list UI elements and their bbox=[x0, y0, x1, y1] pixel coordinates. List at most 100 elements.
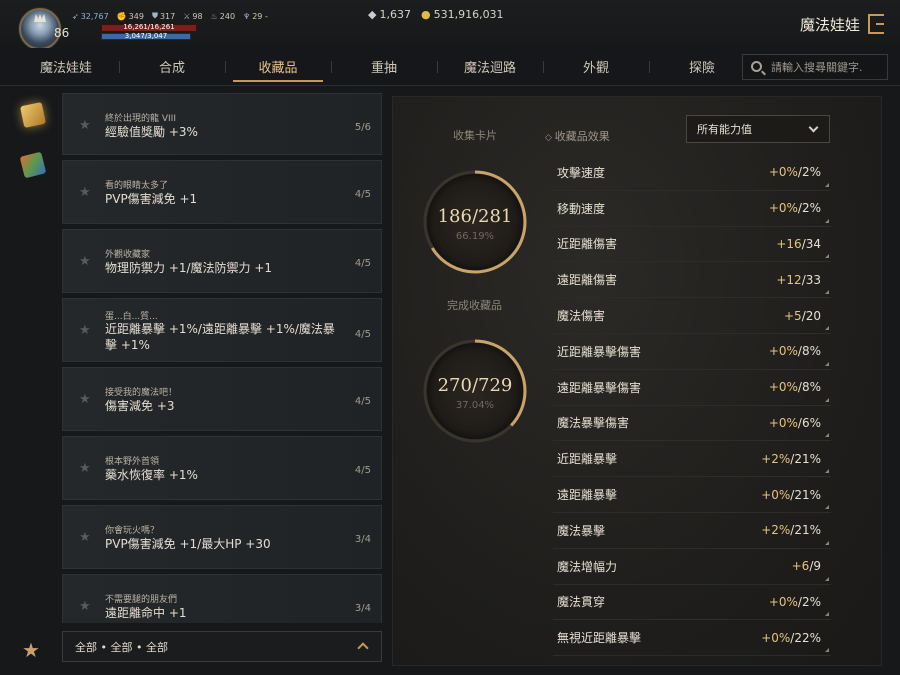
effect-row: 無視近距離暴擊 +0%/22% bbox=[553, 620, 831, 657]
effect-row: 魔法暴擊傷害 +0%/6% bbox=[553, 406, 831, 442]
effect-value: +0%/2% bbox=[768, 201, 821, 216]
search-icon bbox=[751, 61, 762, 72]
stat-attack: ✊ 349 bbox=[116, 11, 144, 21]
cards-icon[interactable] bbox=[19, 151, 47, 179]
effect-value: +0%/2% bbox=[768, 165, 821, 180]
effect-row: 近距離傷害 +16/34 bbox=[553, 227, 831, 263]
chevron-up-icon bbox=[357, 642, 369, 654]
list-item[interactable]: ★ 根本野外首領 藥水恢復率 +1% 4/5 bbox=[62, 436, 382, 500]
search-input[interactable]: 請輸入搜尋關鍵字. bbox=[742, 54, 888, 80]
star-icon: ★ bbox=[79, 254, 91, 269]
filter-dropdown[interactable]: 全部 • 全部 • 全部 bbox=[62, 631, 382, 662]
tab-appearance[interactable]: 外觀 bbox=[543, 48, 649, 86]
cup-icon: ♆ bbox=[243, 11, 251, 21]
list-item[interactable]: ★ 蛋...白...質... 近距離暴擊 +1%/遠距離暴擊 +1%/魔法暴擊 … bbox=[62, 298, 382, 362]
crown-icon bbox=[34, 14, 46, 22]
tab-synthesis[interactable]: 合成 bbox=[119, 48, 225, 86]
player-level: 86 bbox=[54, 26, 70, 40]
effect-label: 攻擊速度 bbox=[557, 165, 606, 180]
diamond-icon: ◆ bbox=[368, 8, 377, 21]
player-stats: ➶ 32,767 ✊ 349 ⛊ 317 ⚔ 98 ♨ 240 ♆ 29 - bbox=[72, 11, 268, 21]
completed-percent: 37.04% bbox=[455, 400, 495, 411]
effect-label: 無視近距離暴擊 bbox=[557, 631, 642, 646]
fist-icon: ✊ bbox=[116, 11, 127, 21]
effect-label: 近距離暴擊 bbox=[557, 452, 618, 467]
effects-list: 攻擊速度 +0%/2% 移動速度 +0%/2% 近距離傷害 +16/34 遠距離傷害 +12/… bbox=[553, 155, 831, 657]
effect-row: 魔法增幅力 +6/9 bbox=[553, 549, 831, 585]
stat-evasion: ♨ 240 bbox=[210, 11, 236, 21]
effect-value: +16/34 bbox=[776, 236, 821, 251]
stat-filter-select[interactable]: 所有能力值 bbox=[686, 115, 830, 143]
effect-label: 近距離傷害 bbox=[557, 237, 618, 252]
list-item[interactable]: ★ 接受我的魔法吧！ 傷害減免 +3 4/5 bbox=[62, 367, 382, 431]
cards-progress-ring: 186/281 66.19% bbox=[423, 170, 527, 274]
coin-icon: ● bbox=[420, 8, 431, 21]
stat-power: ➶ 32,767 bbox=[72, 11, 109, 21]
effect-row: 近距離暴擊傷害 +0%/8% bbox=[553, 334, 831, 370]
diamond-count: ◆ 1,637 bbox=[368, 8, 411, 21]
star-icon: ★ bbox=[79, 461, 91, 476]
effect-row: 魔法貫穿 +0%/2% bbox=[553, 585, 831, 621]
effect-value: +6/9 bbox=[791, 559, 821, 574]
hp-bar: 16,261/16,261 bbox=[101, 23, 197, 32]
page-title: 魔法娃娃 bbox=[799, 16, 860, 34]
star-icon[interactable]: ★ bbox=[22, 638, 40, 662]
gold-count: ● 531,916,031 bbox=[420, 8, 504, 21]
effect-value: +0%/21% bbox=[761, 487, 821, 502]
tab-magic-doll[interactable]: 魔法娃娃 bbox=[13, 48, 119, 86]
effect-value: +12/33 bbox=[776, 272, 821, 287]
effect-label: 遠距離傷害 bbox=[557, 273, 618, 288]
effect-row: 移動速度 +0%/2% bbox=[553, 191, 831, 227]
completed-count: 270/729 bbox=[437, 375, 513, 396]
effect-row: 近距離暴擊 +2%/21% bbox=[553, 441, 831, 478]
effect-label: 近距離暴擊傷害 bbox=[557, 344, 642, 359]
list-item[interactable]: ★ 外觀收藏家 物理防禦力 +1/魔法防禦力 +1 4/5 bbox=[62, 229, 382, 293]
collection-summary-panel: 收集卡片 186/281 66.19% 完成收藏品 270/729 37.04%… bbox=[392, 96, 882, 666]
stat-defense: ⛊ 317 bbox=[151, 11, 176, 21]
effect-value: +0%/2% bbox=[768, 594, 821, 609]
wing-icon: ➶ bbox=[72, 11, 79, 21]
effect-label: 魔法增幅力 bbox=[557, 559, 618, 574]
effect-value: +2%/21% bbox=[761, 451, 821, 466]
tab-collection[interactable]: 收藏品 bbox=[225, 48, 331, 86]
star-icon: ★ bbox=[79, 323, 91, 338]
effect-value: +0%/8% bbox=[768, 344, 821, 359]
tab-bar: 魔法娃娃 合成 收藏品 重抽 魔法迴路 外觀 探險 請輸入搜尋關鍵字. bbox=[0, 48, 900, 86]
tab-exploration[interactable]: 探險 bbox=[649, 48, 755, 86]
effect-value: +0%/6% bbox=[768, 415, 821, 430]
effects-title: 收藏品效果 bbox=[545, 128, 610, 144]
tab-reroll[interactable]: 重抽 bbox=[331, 48, 437, 86]
effect-value: +2%/21% bbox=[761, 523, 821, 538]
star-icon: ★ bbox=[79, 185, 91, 200]
collection-list[interactable]: ★ 終於出現的龍 VIII 經驗值獎勵 +3% 5/6 ★ 看的眼睛太多了 PV… bbox=[62, 93, 382, 623]
effect-row: 攻擊速度 +0%/2% bbox=[553, 155, 831, 191]
effect-row: 遠距離傷害 +12/33 bbox=[553, 262, 831, 299]
effect-label: 移動速度 bbox=[557, 201, 606, 216]
list-item[interactable]: ★ 看的眼睛太多了 PVP傷害減免 +1 4/5 bbox=[62, 160, 382, 224]
list-item[interactable]: ★ 不需要腿的朋友們 遠距離命中 +1 3/4 bbox=[62, 574, 382, 623]
shield-icon: ⛊ bbox=[151, 11, 158, 20]
effect-value: +5/20 bbox=[783, 308, 821, 323]
chevron-down-icon bbox=[808, 122, 819, 133]
star-icon: ★ bbox=[79, 118, 91, 133]
cards-count: 186/281 bbox=[437, 206, 513, 227]
effect-row: 遠距離暴擊 +0%/21% bbox=[553, 477, 831, 513]
tab-magic-circuit[interactable]: 魔法迴路 bbox=[437, 48, 543, 86]
book-icon[interactable] bbox=[19, 101, 47, 129]
exit-icon[interactable] bbox=[868, 14, 884, 34]
effect-label: 魔法貫穿 bbox=[557, 595, 606, 610]
boot-icon: ♨ bbox=[210, 11, 218, 21]
cards-label: 收集卡片 bbox=[453, 129, 497, 142]
completed-progress-ring: 270/729 37.04% bbox=[423, 339, 527, 443]
list-item[interactable]: ★ 終於出現的龍 VIII 經驗值獎勵 +3% 5/6 bbox=[62, 93, 382, 155]
effect-value: +0%/8% bbox=[768, 380, 821, 395]
effect-label: 魔法暴擊傷害 bbox=[557, 416, 630, 431]
effect-label: 遠距離暴擊傷害 bbox=[557, 380, 642, 395]
sword-icon: ⚔ bbox=[183, 11, 191, 21]
effect-row: 遠距離暴擊傷害 +0%/8% bbox=[553, 370, 831, 406]
list-item[interactable]: ★ 你會玩火嗎？ PVP傷害減免 +1/最大HP +30 3/4 bbox=[62, 505, 382, 569]
effect-row: 魔法暴擊 +2%/21% bbox=[553, 513, 831, 549]
completed-label: 完成收藏品 bbox=[447, 299, 502, 312]
top-bar: 86 ➶ 32,767 ✊ 349 ⛊ 317 ⚔ 98 ♨ 240 ♆ 29 - 16,2… bbox=[0, 0, 900, 50]
effect-value: +0%/22% bbox=[761, 630, 821, 645]
